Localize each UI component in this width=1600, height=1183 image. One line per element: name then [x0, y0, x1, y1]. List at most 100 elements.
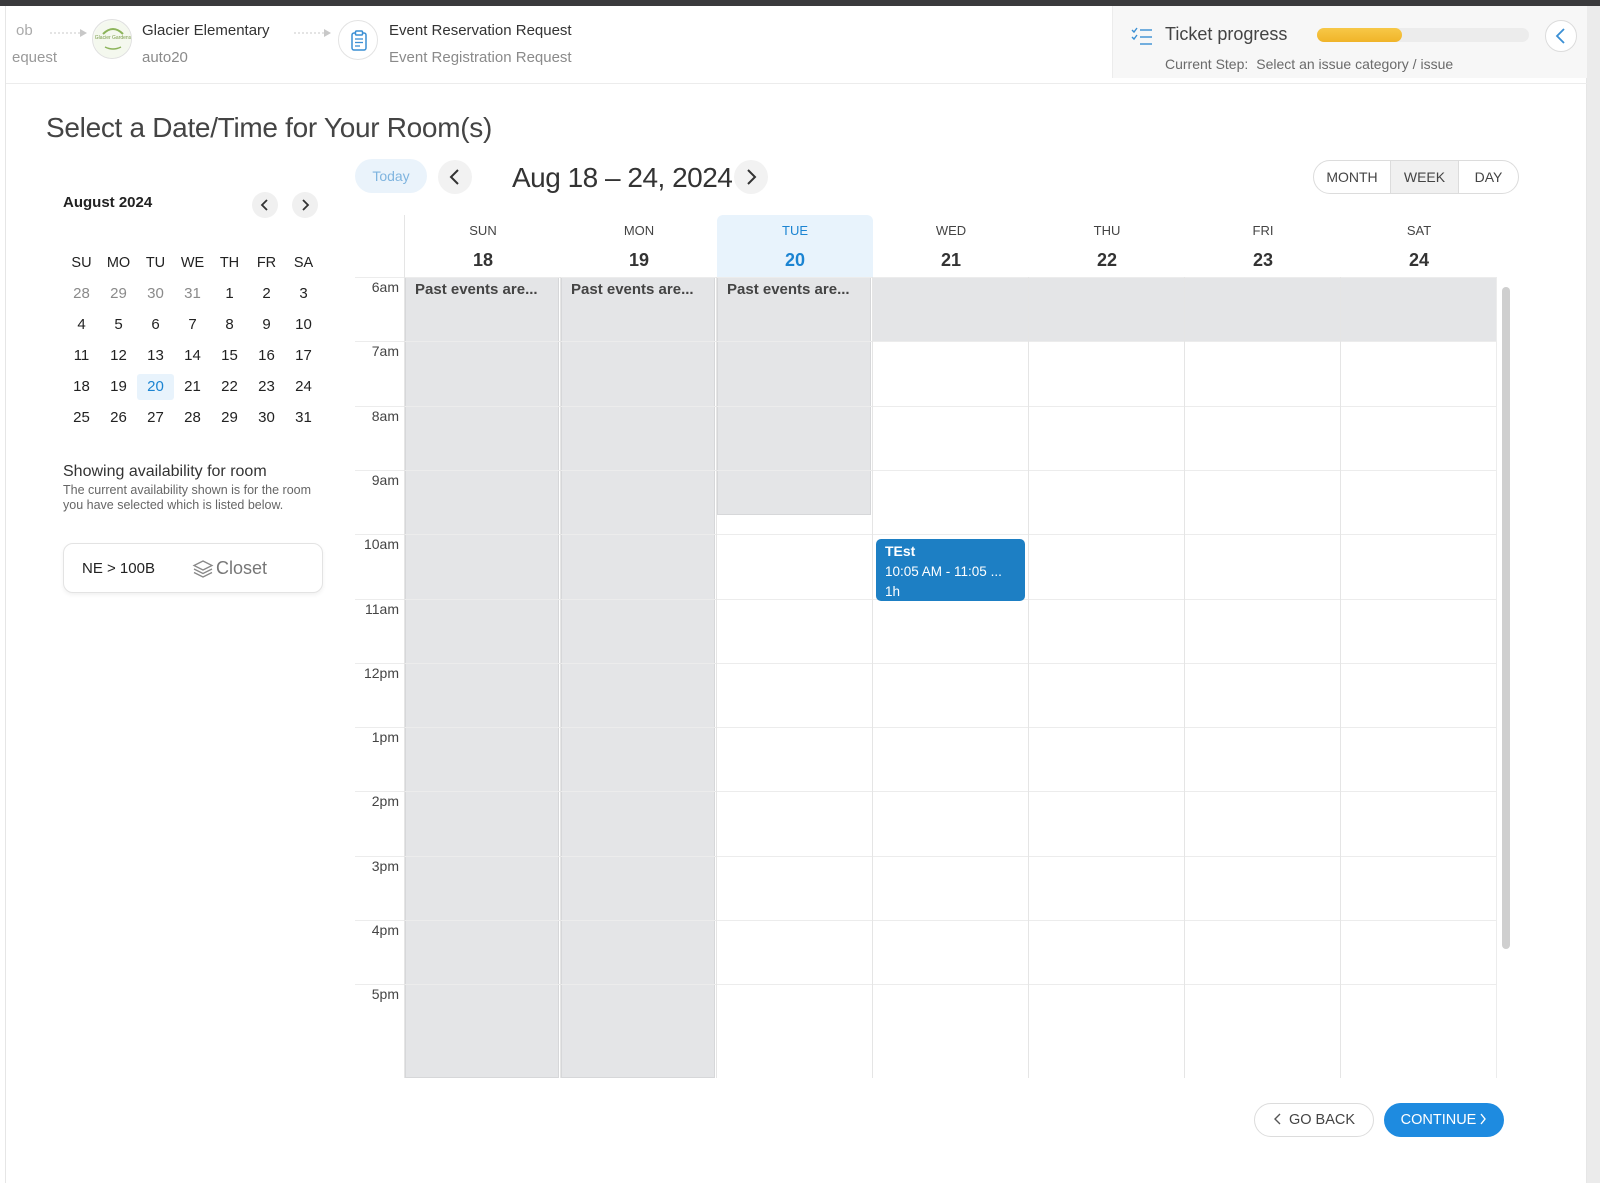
- past-events-block: [717, 277, 871, 515]
- ticket-progress-bar: [1317, 28, 1529, 42]
- selected-room-card[interactable]: NE > 100B Closet: [63, 543, 323, 593]
- day-header-thu[interactable]: THU 22: [1029, 215, 1185, 277]
- layers-icon: [192, 560, 214, 578]
- day-header-fri[interactable]: FRI 23: [1185, 215, 1341, 277]
- mini-calendar-day[interactable]: 30: [248, 405, 285, 431]
- mini-calendar-weekday: MO: [106, 255, 131, 271]
- view-week-button[interactable]: WEEK: [1391, 161, 1459, 193]
- mini-calendar-week: 28 29 30 31 1 2 3: [63, 281, 323, 312]
- breadcrumb-step-1-title: ob: [16, 22, 33, 39]
- hour-gridline: [355, 534, 404, 535]
- next-week-button[interactable]: [734, 160, 768, 194]
- day-number: 22: [1096, 250, 1118, 270]
- day-header-mon[interactable]: MON 19: [561, 215, 717, 277]
- day-number: 19: [628, 250, 650, 270]
- mini-calendar-day[interactable]: 19: [100, 374, 137, 400]
- hour-gridline: [404, 277, 1496, 278]
- mini-calendar-day[interactable]: 16: [248, 343, 285, 369]
- mini-calendar-day[interactable]: 21: [174, 374, 211, 400]
- mini-calendar-day[interactable]: 31: [174, 281, 211, 307]
- mini-calendar-day[interactable]: 8: [211, 312, 248, 338]
- mini-calendar-day[interactable]: 10: [285, 312, 322, 338]
- current-step: Current Step: Select an issue category / …: [1165, 56, 1453, 72]
- hour-gridline: [404, 470, 1496, 471]
- mini-calendar-day[interactable]: 28: [174, 405, 211, 431]
- mini-calendar-day[interactable]: 18: [63, 374, 100, 400]
- mini-calendar-day[interactable]: 5: [100, 312, 137, 338]
- hour-gridline: [404, 534, 1496, 535]
- mini-calendar-day[interactable]: 11: [63, 343, 100, 369]
- day-number: 24: [1408, 250, 1430, 270]
- mini-calendar-day[interactable]: 24: [285, 374, 322, 400]
- mini-calendar-day[interactable]: 13: [137, 343, 174, 369]
- breadcrumb-step-3[interactable]: Event Reservation Request Event Registra…: [338, 6, 598, 84]
- go-back-button[interactable]: GO BACK: [1254, 1103, 1374, 1137]
- hour-label: 1pm: [371, 729, 399, 745]
- hour-gridline: [404, 341, 1496, 342]
- mini-calendar-day[interactable]: 27: [137, 405, 174, 431]
- mini-calendar-day[interactable]: 30: [137, 281, 174, 307]
- mini-calendar-day[interactable]: 22: [211, 374, 248, 400]
- mini-calendar-day[interactable]: 1: [211, 281, 248, 307]
- clipboard-icon: [338, 20, 378, 60]
- day-header-sun[interactable]: SUN 18: [405, 215, 561, 277]
- mini-calendar-day[interactable]: 23: [248, 374, 285, 400]
- view-day-button[interactable]: DAY: [1459, 161, 1518, 193]
- mini-calendar-day[interactable]: 28: [63, 281, 100, 307]
- mini-calendar-day[interactable]: 3: [285, 281, 322, 307]
- prev-week-button[interactable]: [438, 160, 472, 194]
- hour-gridline: [404, 663, 1496, 664]
- mini-calendar-day[interactable]: 14: [174, 343, 211, 369]
- mini-calendar-day[interactable]: 2: [248, 281, 285, 307]
- week-calendar: SUN 18 MON 19 TUE 20 WED 21 THU 22 FRI 23 SAT 24 6am 7…: [355, 215, 1520, 1078]
- calendar-event[interactable]: TEst 10:05 AM - 11:05 ... 1h: [876, 539, 1025, 601]
- mini-calendar-day[interactable]: 7: [174, 312, 211, 338]
- mini-calendar-day[interactable]: 31: [285, 405, 322, 431]
- calendar-scrollbar-thumb[interactable]: [1502, 287, 1510, 949]
- today-button[interactable]: Today: [355, 159, 427, 193]
- week-body[interactable]: 6am 7am 8am 9am 10am 11am 12pm 1pm 2pm 3pm 4pm 5pm P…: [355, 277, 1520, 1078]
- ticket-wizard: ob equest Glacier Gardens Glacier Elemen…: [5, 6, 1588, 1183]
- hour-gridline: [404, 727, 1496, 728]
- day-header-tue[interactable]: TUE 20: [717, 215, 873, 277]
- hour-gridline: [355, 920, 404, 921]
- day-header-wed[interactable]: WED 21: [873, 215, 1029, 277]
- hour-label: 10am: [363, 536, 399, 552]
- chevron-right-icon: [747, 169, 757, 185]
- hour-label: 7am: [371, 343, 399, 359]
- past-events-label: Past events are...: [727, 281, 850, 298]
- mini-calendar-day[interactable]: 17: [285, 343, 322, 369]
- mini-calendar-day[interactable]: 20: [137, 374, 174, 400]
- past-events-label: Past events are...: [415, 281, 538, 298]
- day-column-separator: [560, 277, 561, 1078]
- day-number: 23: [1252, 250, 1274, 270]
- mini-calendar-weekday: TU: [145, 255, 166, 271]
- day-header-sat[interactable]: SAT 24: [1341, 215, 1497, 277]
- mini-calendar-day[interactable]: 4: [63, 312, 100, 338]
- breadcrumb-step-2[interactable]: Glacier Gardens Glacier Elementary auto2…: [92, 6, 292, 84]
- mini-calendar-day[interactable]: 26: [100, 405, 137, 431]
- mini-calendar-day[interactable]: 12: [100, 343, 137, 369]
- mini-calendar-day[interactable]: 15: [211, 343, 248, 369]
- mini-calendar-day[interactable]: 25: [63, 405, 100, 431]
- hour-label: 5pm: [371, 986, 399, 1002]
- past-events-block: [561, 277, 715, 1078]
- availability-description: The current availability shown is for th…: [63, 483, 312, 512]
- continue-button[interactable]: CONTINUE: [1384, 1103, 1504, 1137]
- breadcrumb-step-1[interactable]: ob equest: [6, 6, 86, 84]
- mini-calendar-day[interactable]: 9: [248, 312, 285, 338]
- hour-gridline: [355, 791, 404, 792]
- mini-calendar-next-button[interactable]: [292, 192, 318, 218]
- breadcrumb-step-2-subtitle: auto20: [142, 49, 188, 66]
- mini-calendar-prev-button[interactable]: [252, 192, 278, 218]
- hour-gridline: [404, 920, 1496, 921]
- mini-calendar-day[interactable]: 29: [211, 405, 248, 431]
- chevron-left-icon: [260, 199, 268, 211]
- hour-label: 8am: [371, 408, 399, 424]
- collapse-panel-button[interactable]: [1545, 20, 1577, 52]
- view-month-button[interactable]: MONTH: [1314, 161, 1391, 193]
- mini-calendar-day[interactable]: 6: [137, 312, 174, 338]
- hour-gridline: [355, 470, 404, 471]
- mini-calendar-day[interactable]: 29: [100, 281, 137, 307]
- breadcrumb-arrow-icon: [50, 29, 87, 37]
